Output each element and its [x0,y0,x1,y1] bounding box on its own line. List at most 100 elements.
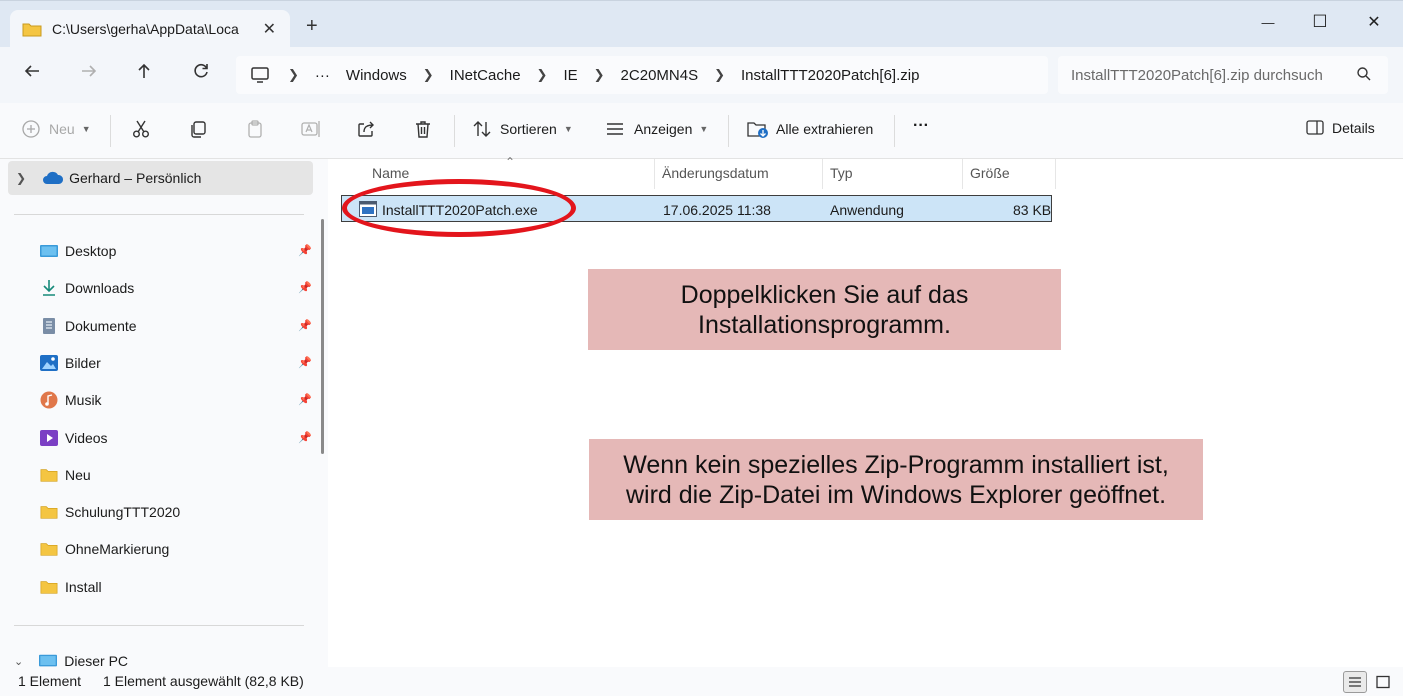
up-button[interactable] [129,61,159,87]
breadcrumb-windows[interactable]: Windows [346,67,407,84]
pin-icon[interactable]: 📌 [298,244,312,257]
column-divider[interactable] [1055,159,1056,189]
download-icon [40,279,58,297]
breadcrumb-ellipsis[interactable]: ··· [315,67,330,84]
rename-button[interactable] [300,119,322,139]
chevron-down-icon: ▼ [563,124,573,134]
toolbar-divider [454,115,455,147]
pin-icon[interactable]: 📌 [298,431,312,444]
status-selection: 1 Element ausgewählt (82,8 KB) [103,673,304,689]
tab-close-button[interactable]: ✕ [263,19,276,39]
toolbar-divider [728,115,729,147]
details-pane-button[interactable]: Details [1305,119,1375,137]
sidebar-divider [14,625,304,626]
new-tab-button[interactable]: + [306,15,318,38]
breadcrumb-2c20mn4s[interactable]: 2C20MN4S [621,67,699,84]
sort-button[interactable]: Sortieren ▼ [472,119,573,139]
column-header-type[interactable]: Typ [830,165,853,181]
cut-button[interactable] [131,119,151,139]
toolbar-divider [110,115,111,147]
chevron-right-icon: ❯ [288,67,299,82]
sidebar-item-downloads[interactable]: Downloads 📌 [40,273,312,303]
chevron-right-icon: ❯ [536,67,548,82]
chevron-right-icon: ❯ [16,171,27,185]
column-divider[interactable] [962,159,963,189]
status-bar: 1 Element 1 Element ausgewählt (82,8 KB) [0,667,1403,696]
view-button[interactable]: Anzeigen ▼ [605,119,708,139]
copy-icon [191,121,206,138]
sidebar-item-onedrive[interactable]: ❯ Gerhard – Persönlich [8,161,313,195]
chevron-right-icon: ❯ [593,67,605,82]
table-row[interactable]: InstallTTT2020Patch.exe 17.06.2025 11:38… [341,195,1052,222]
sidebar-scrollbar[interactable] [321,219,324,454]
column-header-name[interactable]: Name [372,165,409,181]
back-button[interactable] [17,61,47,87]
column-divider[interactable] [654,159,655,189]
folder-icon [22,23,42,37]
cloud-icon [43,171,64,184]
sidebar-item-music[interactable]: Musik 📌 [40,385,312,415]
refresh-icon [194,63,208,78]
clipboard-icon [248,120,262,138]
details-view-button[interactable] [1343,671,1367,693]
file-size: 83 KB [1013,202,1052,218]
sidebar-item-ohnemarkierung[interactable]: OhneMarkierung [40,534,312,564]
search-icon [1357,67,1371,81]
list-view-icon [607,123,623,135]
breadcrumb-zip[interactable]: InstallTTT2020Patch[6].zip [741,67,919,84]
minimize-button[interactable]: — [1245,7,1291,37]
copy-button[interactable] [188,119,208,139]
sidebar-item-documents[interactable]: Dokumente 📌 [40,311,312,341]
tab-active[interactable]: C:\Users\gerha\AppData\Loca ✕ [10,10,290,48]
pin-icon[interactable]: 📌 [298,281,312,294]
videos-icon [40,429,58,447]
folder-icon [40,540,58,558]
address-bar[interactable]: ❯ ··· Windows ❯ INetCache ❯ IE ❯ 2C20MN4… [236,56,1048,94]
file-type: Anwendung [830,202,904,218]
new-button[interactable]: Neu ▼ [21,119,91,139]
forward-button[interactable] [74,61,104,87]
chevron-right-icon: ❯ [714,67,725,82]
sidebar-item-neu[interactable]: Neu [40,460,312,490]
column-header-size[interactable]: Größe [970,165,1010,181]
monitor-icon [251,67,269,83]
sidebar-item-videos[interactable]: Videos 📌 [40,423,312,453]
toolbar-divider [894,115,895,147]
plus-circle-icon [22,120,40,138]
more-icon: ··· [913,117,929,134]
desktop-icon [40,242,58,260]
trash-icon [416,121,430,138]
paste-button[interactable] [245,119,265,139]
column-header-modified[interactable]: Änderungsdatum [662,165,769,181]
sidebar-item-pictures[interactable]: Bilder 📌 [40,348,312,378]
status-item-count: 1 Element [18,673,82,689]
column-divider[interactable] [822,159,823,189]
chevron-down-icon: ▼ [699,124,709,134]
sidebar-item-install[interactable]: Install [40,572,312,602]
maximize-button[interactable]: ☐ [1297,7,1343,37]
tiles-view-button[interactable] [1371,671,1395,693]
pin-icon[interactable]: 📌 [298,319,312,332]
refresh-button[interactable] [186,61,216,87]
delete-button[interactable] [413,119,433,139]
navigation-pane: ❯ Gerhard – Persönlich Desktop 📌 Downloa… [0,159,328,669]
title-bar: C:\Users\gerha\AppData\Loca ✕ + — ☐ ✕ [0,0,1403,48]
sidebar-item-desktop[interactable]: Desktop 📌 [40,236,312,266]
arrow-left-icon [24,65,39,77]
sidebar-item-schulungttt2020[interactable]: SchulungTTT2020 [40,497,312,527]
arrow-up-icon [138,63,150,78]
breadcrumb-inetcache[interactable]: INetCache [450,67,521,84]
details-pane-icon [1306,120,1324,135]
pin-icon[interactable]: 📌 [298,356,312,369]
folder-icon [40,503,58,521]
breadcrumb-ie[interactable]: IE [563,67,577,84]
pin-icon[interactable]: 📌 [298,393,312,406]
more-options-button[interactable]: ··· [913,117,929,135]
chevron-down-icon: ▼ [81,124,91,134]
share-button[interactable] [356,119,376,139]
tab-title: C:\Users\gerha\AppData\Loca [52,21,239,37]
navigation-bar: ❯ ··· Windows ❯ INetCache ❯ IE ❯ 2C20MN4… [0,47,1403,103]
extract-all-button[interactable]: Alle extrahieren [747,119,873,139]
close-window-button[interactable]: ✕ [1351,7,1397,37]
search-input[interactable]: InstallTTT2020Patch[6].zip durchsuch [1058,56,1388,94]
